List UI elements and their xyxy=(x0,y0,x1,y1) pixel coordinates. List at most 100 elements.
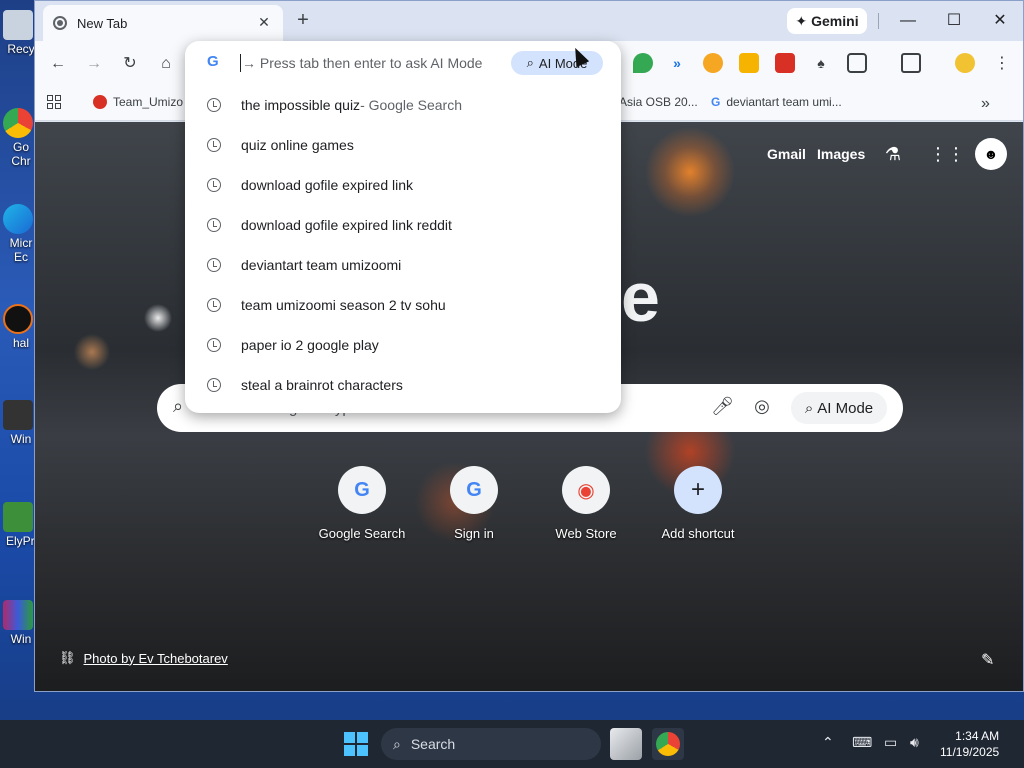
history-icon xyxy=(207,138,221,152)
menu-button[interactable]: ⋮ xyxy=(991,53,1013,75)
shortcut-web-store[interactable]: ◉ Web Store xyxy=(531,466,641,541)
suggestion-item[interactable]: quiz online games xyxy=(185,125,621,165)
ai-mode-button[interactable]: ⌕ AI Mode xyxy=(791,392,887,424)
suggestion-item[interactable]: download gofile expired link reddit xyxy=(185,205,621,245)
shield-extension-icon[interactable] xyxy=(633,53,653,73)
suggestion-text: team umizoomi season 2 tv sohu xyxy=(241,297,446,313)
taskbar-search[interactable]: ⌕ Search xyxy=(381,728,601,760)
chrome-taskbar-button[interactable] xyxy=(652,728,684,760)
side-panel-icon[interactable] xyxy=(901,53,921,73)
minimize-button[interactable]: — xyxy=(893,8,923,34)
chrome-icon xyxy=(656,732,680,756)
gemini-button[interactable]: ✦ Gemini xyxy=(787,8,867,34)
google-favicon-icon: G xyxy=(711,95,721,109)
link-icon: ⛓ xyxy=(59,650,76,665)
ai-mode-icon: ⌕ xyxy=(804,399,814,417)
tab-close-icon[interactable]: ✕ xyxy=(255,13,273,31)
gmail-link[interactable]: Gmail xyxy=(767,146,806,162)
suggestion-text: the impossible quiz xyxy=(241,97,361,113)
plus-icon: + xyxy=(674,466,722,514)
suggestion-item[interactable]: steal a brainrot characters xyxy=(185,365,621,405)
labs-flask-icon[interactable]: ⚗ xyxy=(881,142,905,166)
bookmarks-overflow-button[interactable]: » xyxy=(981,95,990,113)
forward-button[interactable]: → xyxy=(83,53,105,75)
chrome-icon xyxy=(3,108,33,138)
shortcut-google-search[interactable]: G Google Search xyxy=(307,466,417,541)
suggestion-subtext: - Google Search xyxy=(360,97,463,113)
extension-icon[interactable]: » xyxy=(667,53,687,73)
gemini-sparkle-icon: ✦ xyxy=(795,12,808,29)
keyboard-icon[interactable]: ⌨ xyxy=(852,734,872,751)
bookmark-item[interactable]: Asia OSB 20... xyxy=(619,95,698,109)
gemini-label: Gemini xyxy=(811,13,859,29)
shortcut-label: Sign in xyxy=(454,526,494,541)
history-icon xyxy=(207,178,221,192)
desktop-icon-edge[interactable]: Micr Ec xyxy=(0,204,36,264)
desktop-icon-recycle-bin[interactable]: Recy xyxy=(0,10,36,56)
bookmark-item[interactable]: G deviantart team umi... xyxy=(711,95,842,109)
desktop-icon-win[interactable]: Win xyxy=(0,400,36,446)
microphone-icon[interactable]: 🎤︎ xyxy=(711,396,734,420)
images-link[interactable]: Images xyxy=(817,146,865,162)
maximize-button[interactable]: ☐ xyxy=(939,8,969,34)
suggestion-item[interactable]: the impossible quiz - Google Search xyxy=(185,85,621,125)
customize-pencil-icon[interactable]: ✎ xyxy=(981,650,994,670)
extension-icon[interactable]: ♠ xyxy=(811,53,831,73)
history-icon xyxy=(207,98,221,112)
app-icon xyxy=(3,304,33,334)
suggestion-text: download gofile expired link reddit xyxy=(241,217,452,233)
suggestion-text: quiz online games xyxy=(241,137,354,153)
extension-icon[interactable] xyxy=(703,53,723,73)
ai-mode-label: AI Mode xyxy=(817,399,874,417)
profile-avatar[interactable] xyxy=(955,53,975,73)
google-logo: e xyxy=(621,258,660,336)
taskbar-search-label: Search xyxy=(410,736,456,752)
tab-title: New Tab xyxy=(77,15,128,31)
edge-icon xyxy=(3,204,33,234)
suggestion-item[interactable]: paper io 2 google play xyxy=(185,325,621,365)
omnibox-hint-text: Press tab then enter to ask AI Mode xyxy=(259,55,483,71)
suggestion-text: steal a brainrot characters xyxy=(241,377,403,393)
apps-grid-icon[interactable] xyxy=(47,95,61,109)
task-view-icon[interactable] xyxy=(610,728,642,760)
desktop-icon-chrome[interactable]: Go Chr xyxy=(0,108,36,168)
back-button[interactable]: ← xyxy=(47,53,69,75)
extensions-puzzle-icon[interactable] xyxy=(847,53,867,73)
search-icon: ⌕ xyxy=(393,735,401,752)
desktop-icon-label: Recy xyxy=(7,42,35,56)
apps-grid-icon[interactable]: ⋮⋮ xyxy=(929,142,965,166)
history-icon xyxy=(207,298,221,312)
bookmark-label: Team_Umizo xyxy=(113,95,184,109)
volume-icon[interactable]: 🔊︎ xyxy=(910,734,919,751)
google-lens-icon[interactable]: ◎ xyxy=(751,396,773,420)
network-icon[interactable]: ▭ xyxy=(884,734,897,751)
extension-icon[interactable] xyxy=(739,53,759,73)
home-button[interactable]: ⌂ xyxy=(155,53,177,75)
google-g-icon: G xyxy=(207,53,219,70)
extension-icon[interactable] xyxy=(775,53,795,73)
account-avatar[interactable]: ☻ xyxy=(975,138,1007,170)
suggestion-item[interactable]: download gofile expired link xyxy=(185,165,621,205)
omnibox-input[interactable]: G → Press tab then enter to ask AI Mode … xyxy=(185,41,621,85)
desktop-icon-elyprint[interactable]: ElyPri xyxy=(0,502,36,548)
chevron-up-icon[interactable]: ⌃ xyxy=(822,734,834,751)
close-window-button[interactable]: ✕ xyxy=(985,8,1015,34)
shortcut-add[interactable]: + Add shortcut xyxy=(643,466,753,541)
windows-start-button[interactable] xyxy=(344,732,368,756)
tab-arrow-icon: → xyxy=(242,55,256,71)
shortcut-label: Web Store xyxy=(555,526,617,541)
suggestion-item[interactable]: deviantart team umizoomi xyxy=(185,245,621,285)
text-cursor xyxy=(240,54,241,72)
tab-new-tab[interactable]: New Tab ✕ xyxy=(43,5,283,41)
system-clock[interactable]: 1:34 AM 11/19/2025 xyxy=(940,728,999,760)
desktop-icon-hal[interactable]: hal xyxy=(0,304,36,350)
suggestion-item[interactable]: team umizoomi season 2 tv sohu xyxy=(185,285,621,325)
desktop-icon-winrar[interactable]: Win xyxy=(0,600,36,646)
reload-button[interactable]: ↻ xyxy=(119,53,141,75)
omnibox-ai-mode-button[interactable]: ⌕ AI Mode xyxy=(511,51,603,75)
google-icon: G xyxy=(450,466,498,514)
bookmark-item[interactable]: Team_Umizo xyxy=(93,95,183,109)
photo-credit-link[interactable]: ⛓ Photo by Ev Tchebotarev xyxy=(59,650,228,666)
new-tab-button[interactable]: + xyxy=(291,9,315,33)
shortcut-sign-in[interactable]: G Sign in xyxy=(419,466,529,541)
